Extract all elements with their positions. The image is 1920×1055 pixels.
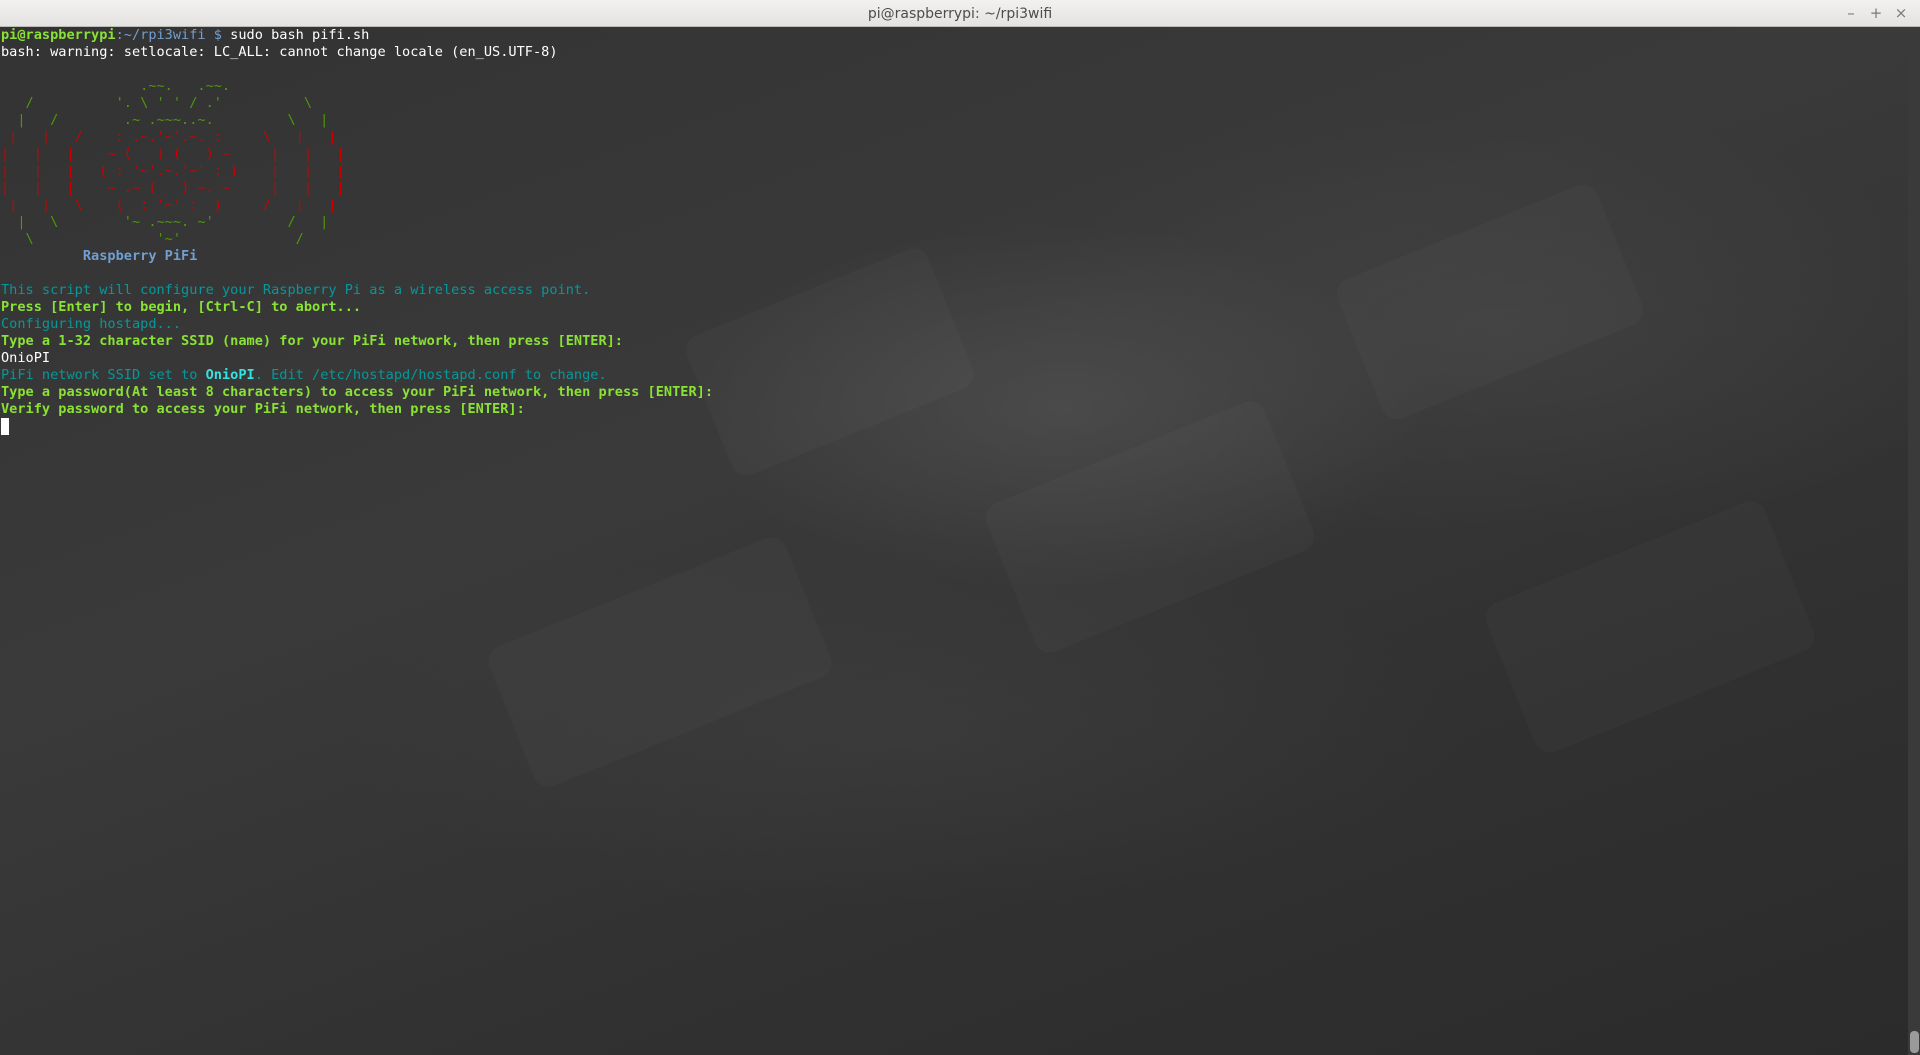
prompt-line: pi@raspberrypi:~/rpi3wifi $ sudo bash pi…	[1, 27, 713, 44]
art-line: / '. \ ' ' / .' \	[1, 95, 312, 111]
input-line[interactable]	[1, 418, 713, 435]
password-prompt: Type a password(At least 8 characters) t…	[1, 384, 714, 400]
art-title: Raspberry PiFi	[82, 248, 198, 264]
verify-prompt: Verify password to access your PiFi netw…	[1, 401, 525, 417]
command-text: sudo bash pifi.sh	[221, 27, 370, 43]
scrollbar-thumb[interactable]	[1910, 1031, 1919, 1053]
press-enter-text: Press [Enter] to begin, [Ctrl-C] to abor…	[1, 299, 362, 315]
art-line: | \ '~ .~~~. ~' / |	[1, 214, 329, 230]
intro-text: This script will configure your Raspberr…	[1, 282, 591, 298]
terminal-scrollbar[interactable]	[1908, 27, 1920, 1055]
background-decoration	[1332, 180, 1648, 424]
background-decoration	[681, 244, 978, 480]
close-button[interactable]: ×	[1892, 4, 1910, 22]
terminal-output: pi@raspberrypi:~/rpi3wifi $ sudo bash pi…	[1, 27, 713, 435]
art-title-line: Raspberry PiFi	[1, 248, 713, 265]
terminal-area[interactable]: pi@raspberrypi:~/rpi3wifi $ sudo bash pi…	[0, 27, 1908, 1055]
window-title: pi@raspberrypi: ~/rpi3wifi	[867, 6, 1053, 22]
ssid-set-suffix: . Edit /etc/hostapd/hostapd.conf to chan…	[254, 367, 607, 383]
text-cursor	[1, 418, 9, 435]
art-line: \ '~' /	[1, 231, 304, 247]
ssid-set-value: OnioPI	[205, 367, 255, 383]
minimize-button[interactable]: –	[1842, 4, 1860, 22]
art-line: | | | ~ ( ) ( ) ~ | | |	[1, 146, 345, 162]
art-line: | / .~ .~~~..~. \ |	[1, 112, 329, 128]
art-line: | | | ( : '~'.~.'~' : ) | | |	[1, 163, 345, 179]
ssid-set-line: PiFi network SSID set to OnioPI. Edit /e…	[1, 367, 713, 384]
background-decoration	[1481, 497, 1819, 758]
configuring-text: Configuring hostapd...	[1, 316, 182, 332]
ssid-set-prefix: PiFi network SSID set to	[1, 367, 206, 383]
locale-warning: bash: warning: setlocale: LC_ALL: cannot…	[1, 44, 558, 60]
background-decoration	[981, 397, 1319, 658]
art-line: | | \ ( : '~' : ) / | |	[1, 197, 337, 213]
art-line: .~~. .~~.	[1, 78, 231, 94]
ssid-prompt: Type a 1-32 character SSID (name) for yo…	[1, 333, 623, 349]
maximize-button[interactable]: +	[1867, 4, 1885, 22]
art-line: | | / : .~.'~'.~. : \ | |	[1, 129, 337, 145]
prompt-user: pi@raspberrypi	[1, 27, 116, 43]
ssid-input-echo: OnioPI	[1, 350, 51, 366]
art-line: | | | ~ .~ ( ) ~. ~ | | |	[1, 180, 345, 196]
prompt-path: :~/rpi3wifi $	[115, 27, 222, 43]
window-titlebar[interactable]: pi@raspberrypi: ~/rpi3wifi – + ×	[0, 0, 1920, 27]
background-decoration	[484, 533, 837, 792]
raspberry-ascii-art: .~~. .~~. / '. \ ' ' / .' \ | / .~ .~~~.…	[1, 78, 713, 265]
